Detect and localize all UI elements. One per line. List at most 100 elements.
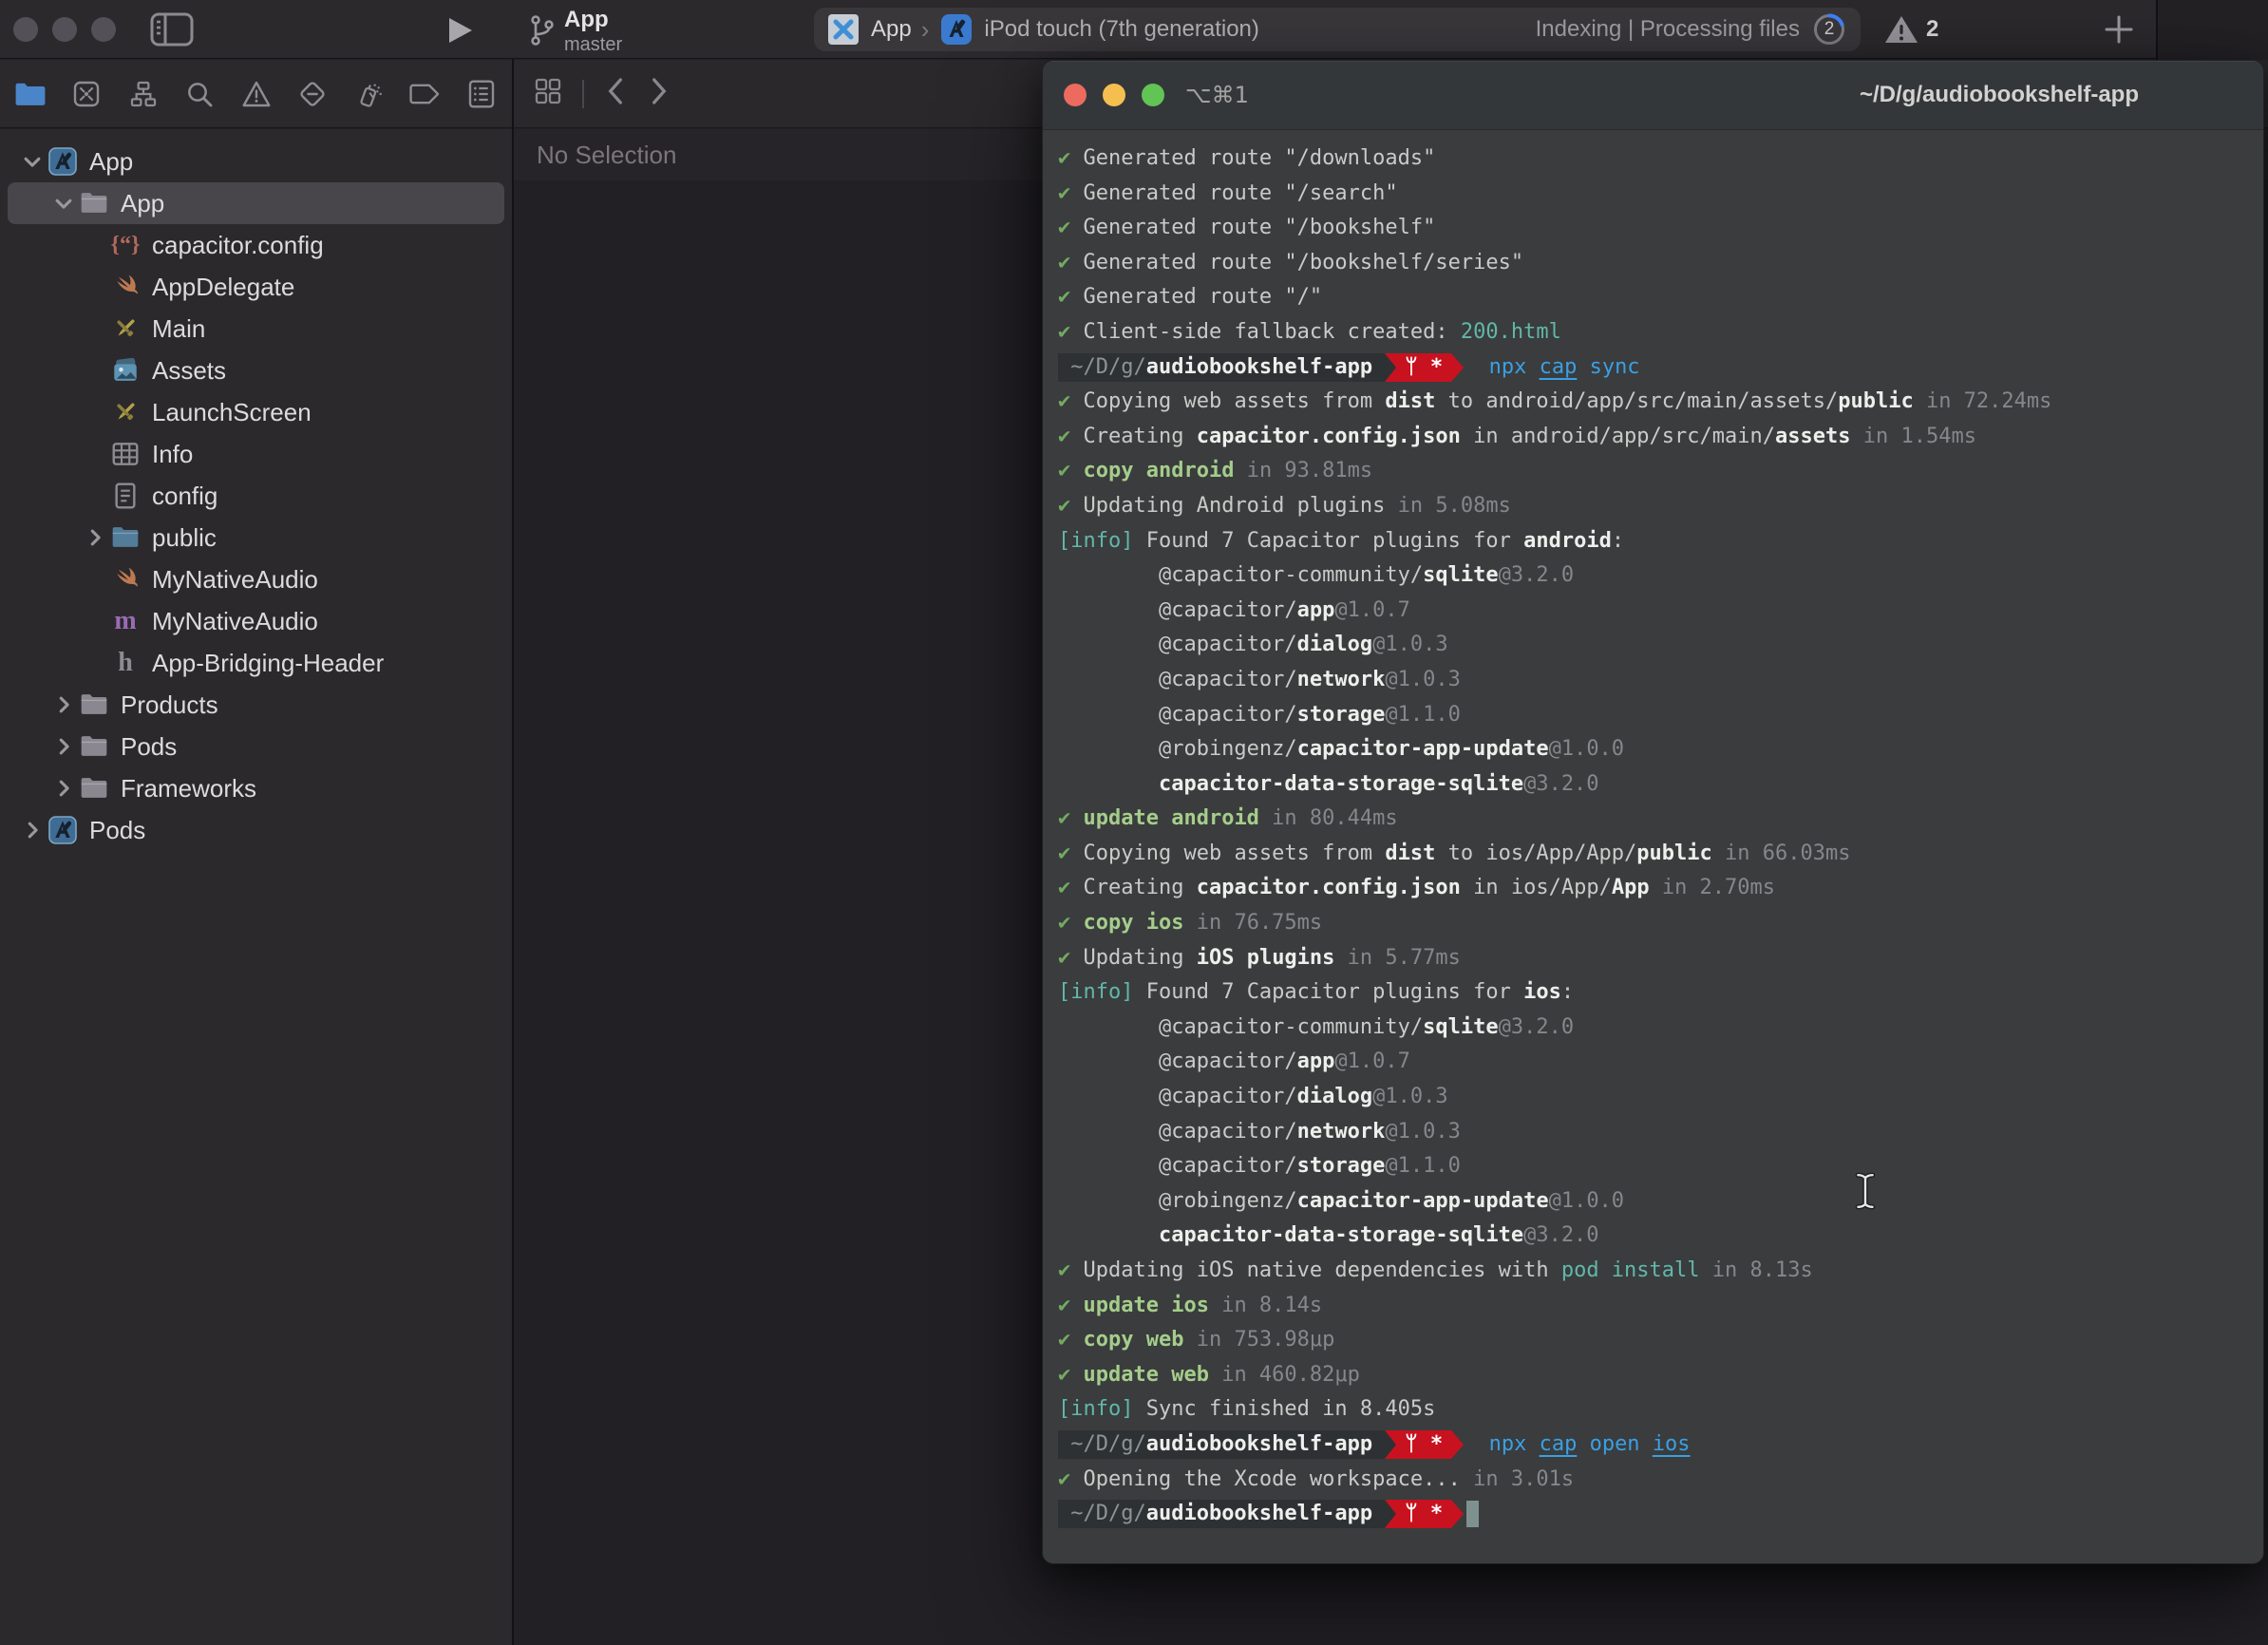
project-navigator-tab[interactable]: [9, 73, 51, 115]
terminal-line: @capacitor/network@1.0.3: [1058, 663, 2254, 698]
terminal-line: ✔ update ios in 8.14s: [1058, 1289, 2254, 1324]
sidebar-item-config[interactable]: config: [8, 475, 504, 517]
minimize-button[interactable]: [52, 17, 77, 42]
terminal-text: capacitor.config.json: [1197, 425, 1461, 448]
report-navigator-tab[interactable]: [461, 73, 502, 115]
file-label: MyNativeAudio: [152, 565, 318, 595]
zoom-button[interactable]: [91, 17, 116, 42]
terminal-text: update ios: [1084, 1294, 1209, 1317]
sidebar-toggle-icon[interactable]: [150, 12, 194, 47]
sidebar-item-capacitor-config[interactable]: {“}capacitor.config: [8, 224, 504, 266]
terminal-text: @1.0.3: [1385, 668, 1460, 691]
run-button[interactable]: [444, 15, 475, 46]
sidebar-item-main[interactable]: Main: [8, 308, 504, 350]
terminal-text: Copying web assets from: [1084, 389, 1386, 413]
activity-viewer[interactable]: Indexing | Processing files 2: [1536, 11, 1847, 47]
terminal-text: Opening the Xcode workspace...: [1084, 1467, 1461, 1491]
chevron-right-icon[interactable]: [48, 778, 79, 799]
sidebar-item-products[interactable]: Products: [8, 684, 504, 726]
storyboard-file-icon: [110, 397, 141, 427]
scheme-name[interactable]: App: [871, 16, 912, 43]
sidebar-item-pods[interactable]: Pods: [8, 809, 504, 851]
terminal-text: @capacitor/: [1058, 1120, 1297, 1144]
sidebar-item-app[interactable]: App: [8, 141, 504, 182]
scm-status[interactable]: App master: [528, 8, 622, 55]
terminal-text: to ios/App/App/: [1435, 841, 1636, 865]
terminal-text: @robingenz/: [1058, 737, 1297, 761]
chevron-right-icon[interactable]: [80, 527, 110, 548]
terminal-text: Found 7 Capacitor plugins for: [1133, 980, 1523, 1004]
close-button[interactable]: [13, 17, 38, 42]
chevron-right-icon[interactable]: [17, 820, 47, 841]
terminal-line: ✔ Copying web assets from dist to ios/Ap…: [1058, 837, 2254, 872]
terminal-zoom-button[interactable]: [1142, 84, 1164, 106]
xcode-target-icon[interactable]: [827, 13, 860, 46]
run-destination[interactable]: iPod touch (7th generation): [984, 16, 1259, 43]
sidebar-item-info[interactable]: Info: [8, 433, 504, 475]
terminal-window[interactable]: ⌥⌘1 ~/D/g/audiobookshelf-app ✔ Generated…: [1042, 60, 2264, 1564]
chevron-right-icon[interactable]: [48, 694, 79, 715]
symbol-navigator-tab[interactable]: [123, 73, 164, 115]
check-icon: ✔: [1058, 251, 1084, 274]
sidebar-item-app-bridging-header[interactable]: hApp-Bridging-Header: [8, 642, 504, 684]
terminal-line: [info] Found 7 Capacitor plugins for ios…: [1058, 975, 2254, 1011]
file-label: Info: [152, 440, 193, 469]
terminal-line: [info] Sync finished in 8.405s: [1058, 1392, 2254, 1428]
terminal-minimize-button[interactable]: [1103, 84, 1125, 106]
find-navigator-tab[interactable]: [179, 73, 220, 115]
related-items-icon[interactable]: [533, 76, 563, 111]
sidebar-item-assets[interactable]: Assets: [8, 350, 504, 391]
terminal-text: Updating iOS native dependencies with: [1084, 1258, 1561, 1282]
check-icon: ✔: [1058, 181, 1084, 205]
terminal-output[interactable]: ✔ Generated route "/downloads"✔ Generate…: [1043, 130, 2263, 1532]
terminal-text: in 5.08ms: [1385, 494, 1510, 518]
git-branch-prompt-segment: ᛘ *: [1396, 353, 1451, 382]
terminal-text: capacitor-data-storage-sqlite: [1159, 1223, 1523, 1247]
terminal-text: Generated route "/bookshelf": [1084, 216, 1436, 239]
check-icon: ✔: [1058, 1258, 1084, 1282]
breakpoint-navigator-tab[interactable]: [405, 73, 446, 115]
sidebar-item-mynativeaudio[interactable]: mMyNativeAudio: [8, 600, 504, 642]
terminal-line: ✔ Generated route "/bookshelf": [1058, 211, 2254, 246]
debug-navigator-tab[interactable]: [348, 73, 389, 115]
source-control-navigator-tab[interactable]: [66, 73, 107, 115]
app-target-icon[interactable]: [940, 13, 973, 46]
sidebar-item-pods[interactable]: Pods: [8, 726, 504, 767]
terminal-title: ~/D/g/audiobookshelf-app: [1860, 61, 2139, 129]
terminal-text: @1.0.7: [1334, 598, 1409, 622]
terminal-text: Creating: [1084, 425, 1197, 448]
terminal-window-controls: [1064, 84, 1164, 106]
sidebar-item-launchscreen[interactable]: LaunchScreen: [8, 391, 504, 433]
terminal-line: ~/D/g/audiobookshelf-app ᛘ * npx cap syn…: [1058, 350, 2254, 386]
terminal-text: [1058, 1223, 1159, 1247]
terminal-text: dialog: [1297, 1085, 1372, 1108]
back-button[interactable]: [603, 76, 628, 111]
jump-bar-label: No Selection: [537, 141, 676, 170]
toolbar: App master App › iPod touch (7th generat…: [0, 0, 2268, 59]
sidebar-item-app[interactable]: App: [8, 182, 504, 224]
sidebar-item-public[interactable]: public: [8, 517, 504, 558]
warning-icon: [1884, 14, 1918, 45]
objc-file-icon: m: [110, 606, 141, 636]
sidebar-item-appdelegate[interactable]: AppDelegate: [8, 266, 504, 308]
chevron-down-icon[interactable]: [48, 193, 79, 214]
terminal-text: @1.1.0: [1385, 703, 1460, 727]
sidebar-item-frameworks[interactable]: Frameworks: [8, 767, 504, 809]
issues-indicator[interactable]: 2: [1884, 14, 1938, 45]
add-editor-icon[interactable]: [2103, 13, 2135, 46]
terminal-titlebar[interactable]: ⌥⌘1 ~/D/g/audiobookshelf-app: [1043, 61, 2263, 130]
forward-button[interactable]: [647, 76, 671, 111]
terminal-hotkey-label: ⌥⌘1: [1185, 61, 1249, 129]
chevron-down-icon[interactable]: [17, 151, 47, 172]
terminal-text: @1.0.3: [1385, 1120, 1460, 1144]
terminal-text: sqlite: [1423, 1015, 1498, 1039]
chevron-right-icon[interactable]: [48, 736, 79, 757]
test-navigator-tab[interactable]: [292, 73, 333, 115]
terminal-line: @robingenz/capacitor-app-update@1.0.0: [1058, 732, 2254, 767]
issue-navigator-tab[interactable]: [236, 73, 277, 115]
terminal-text: :: [1561, 980, 1574, 1004]
terminal-text: [1464, 1432, 1489, 1456]
terminal-text: sqlite: [1423, 563, 1498, 587]
sidebar-item-mynativeaudio[interactable]: MyNativeAudio: [8, 558, 504, 600]
terminal-close-button[interactable]: [1064, 84, 1087, 106]
